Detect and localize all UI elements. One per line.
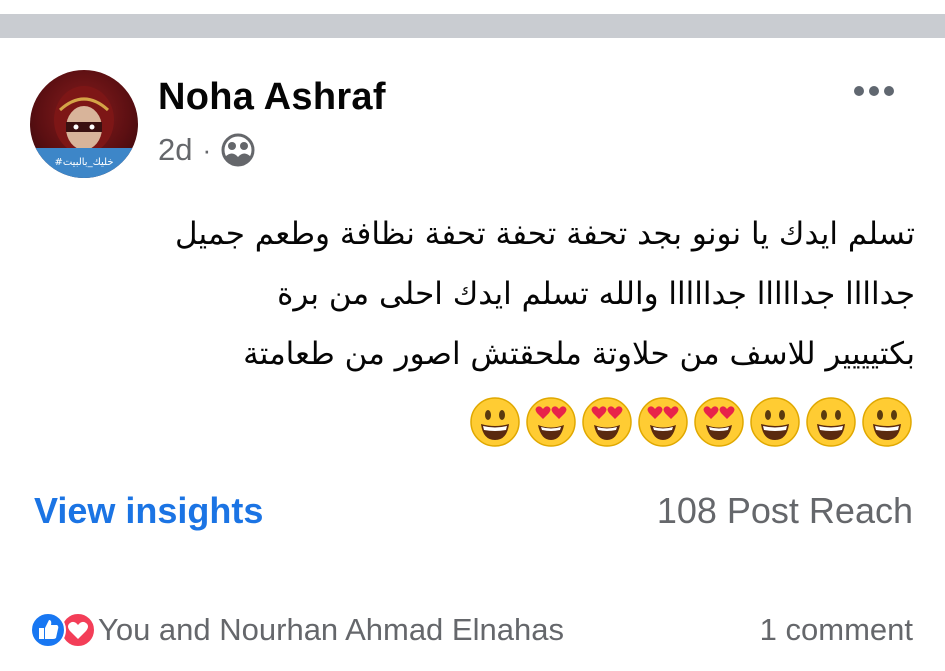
emoji-row xyxy=(469,396,913,448)
post-meta: 2d · xyxy=(158,130,255,170)
reactions-summary[interactable]: You and Nourhan Ahmad Elnahas xyxy=(30,608,564,652)
heart-eyes-face-icon xyxy=(638,397,688,447)
comment-count[interactable]: 1 comment xyxy=(760,612,913,648)
grinning-face-icon xyxy=(862,397,912,447)
like-icon xyxy=(30,612,66,648)
author-avatar[interactable]: #خليك_بالبيت xyxy=(30,70,138,178)
reaction-text[interactable]: You and Nourhan Ahmad Elnahas xyxy=(98,612,564,648)
heart-eyes-face-icon xyxy=(526,397,576,447)
post-line: بكتيييير للاسف من حلاوتة ملحقتش اصور من … xyxy=(243,336,915,372)
post-body: تسلم ايدك يا نونو بجد تحفة تحفة تحفة نظا… xyxy=(30,204,915,384)
post-time[interactable]: 2d xyxy=(158,132,192,168)
avatar-image: #خليك_بالبيت xyxy=(30,86,138,178)
post-card: #خليك_بالبيت Noha Ashraf 2d · تسلم ايدك … xyxy=(0,38,945,671)
heart-eyes-face-icon xyxy=(582,397,632,447)
post-reach: 108 Post Reach xyxy=(656,490,913,531)
post-line: تسلم ايدك يا نونو بجد تحفة تحفة تحفة نظا… xyxy=(175,216,915,252)
author-name[interactable]: Noha Ashraf xyxy=(158,76,386,119)
view-insights-link[interactable]: View insights xyxy=(34,490,263,532)
feed-divider xyxy=(0,0,945,38)
grinning-face-icon xyxy=(470,397,520,447)
more-options-button[interactable] xyxy=(850,76,898,106)
grinning-face-icon xyxy=(806,397,856,447)
meta-separator: · xyxy=(202,134,212,165)
friends-icon[interactable] xyxy=(221,133,255,167)
avatar-caption: #خليك_بالبيت xyxy=(54,157,113,168)
post-line: جداااا جدااااا جدااااا والله تسلم ايدك ا… xyxy=(277,276,915,312)
heart-eyes-face-icon xyxy=(694,397,744,447)
grinning-face-icon xyxy=(750,397,800,447)
more-dots-icon xyxy=(854,86,894,96)
